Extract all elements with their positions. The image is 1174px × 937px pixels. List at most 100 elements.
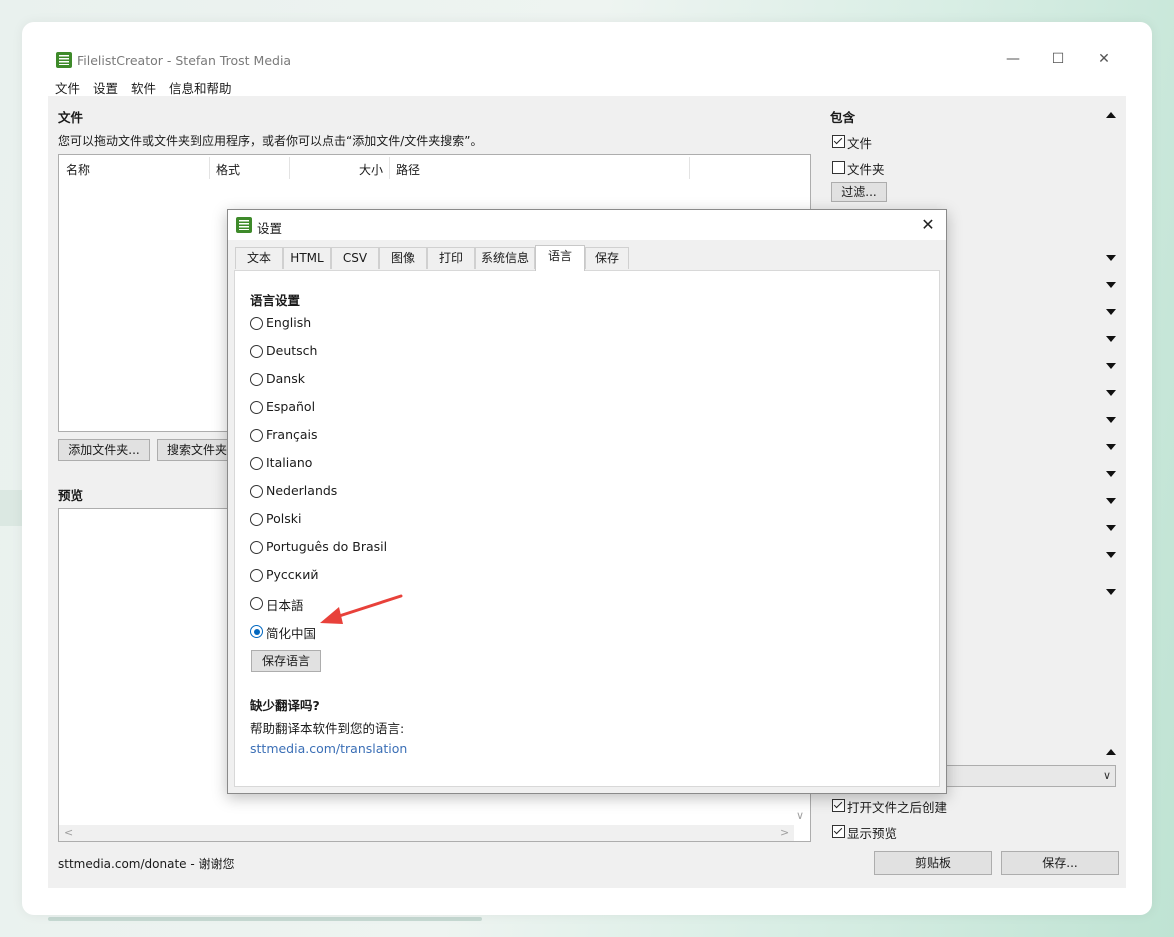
- language-radio[interactable]: [250, 457, 263, 470]
- menu-info-help[interactable]: 信息和帮助: [169, 78, 232, 97]
- language-label[interactable]: Português do Brasil: [266, 539, 387, 554]
- language-radio[interactable]: [250, 513, 263, 526]
- expand-down-icon[interactable]: [1106, 498, 1116, 504]
- app-icon: [56, 52, 72, 68]
- menu-software[interactable]: 软件: [131, 78, 156, 97]
- preview-section-title: 预览: [58, 488, 84, 503]
- include-title: 包含: [830, 110, 856, 125]
- dialog-title-bar: 设置 ✕: [228, 210, 946, 240]
- expand-down-icon[interactable]: [1106, 282, 1116, 288]
- tab-language[interactable]: 语言: [535, 245, 585, 271]
- background-bar: [48, 917, 482, 921]
- maximize-button[interactable]: ☐: [1043, 48, 1073, 70]
- files-hint: 您可以拖动文件或文件夹到应用程序，或者你可以点击“添加文件/文件夹搜索”。: [58, 134, 483, 148]
- language-radio[interactable]: [250, 345, 263, 358]
- files-section-title: 文件: [58, 110, 84, 125]
- expand-down-icon[interactable]: [1106, 336, 1116, 342]
- horizontal-scrollbar[interactable]: < >: [59, 825, 794, 841]
- language-radio[interactable]: [250, 317, 263, 330]
- expand-down-icon[interactable]: [1106, 589, 1116, 595]
- language-label[interactable]: English: [266, 315, 311, 330]
- status-donate[interactable]: sttmedia.com/donate - 谢谢您: [58, 855, 235, 872]
- format-dropdown[interactable]: ∨: [938, 765, 1116, 787]
- language-label[interactable]: Español: [266, 399, 315, 414]
- tab-csv[interactable]: CSV: [331, 247, 379, 269]
- scroll-down-icon[interactable]: ∨: [796, 809, 804, 822]
- expand-down-icon[interactable]: [1106, 309, 1116, 315]
- expand-down-icon[interactable]: [1106, 255, 1116, 261]
- language-label[interactable]: Polski: [266, 511, 301, 526]
- expand-down-icon[interactable]: [1106, 390, 1116, 396]
- language-label[interactable]: Deutsch: [266, 343, 317, 358]
- column-size[interactable]: 大小: [359, 161, 383, 178]
- app-icon: [236, 217, 252, 233]
- language-radio[interactable]: [250, 485, 263, 498]
- language-settings-title: 语言设置: [250, 293, 301, 308]
- settings-dialog: 设置 ✕ 文本 HTML CSV 图像 打印 系统信息 语言 保存 语言设置 E…: [227, 209, 947, 794]
- collapse-up-icon[interactable]: [1106, 749, 1116, 755]
- tab-text[interactable]: 文本: [235, 247, 283, 269]
- column-separator: [389, 157, 390, 179]
- menu-settings[interactable]: 设置: [93, 78, 118, 97]
- language-radio[interactable]: [250, 401, 263, 414]
- language-radio[interactable]: [250, 429, 263, 442]
- translation-link[interactable]: sttmedia.com/translation: [250, 741, 407, 756]
- scroll-left-icon[interactable]: <: [64, 826, 73, 839]
- files-checkbox[interactable]: [832, 135, 845, 148]
- column-path[interactable]: 路径: [396, 161, 420, 178]
- show-preview-checkbox[interactable]: [832, 825, 845, 838]
- language-radio[interactable]: [250, 597, 263, 610]
- save-button[interactable]: 保存...: [1001, 851, 1119, 875]
- language-label[interactable]: Français: [266, 427, 318, 442]
- files-checkbox-label: 文件: [847, 136, 873, 151]
- menu-file[interactable]: 文件: [55, 78, 80, 97]
- save-language-button[interactable]: 保存语言: [251, 650, 321, 672]
- minimize-button[interactable]: —: [998, 48, 1028, 70]
- help-translate-text: 帮助翻译本软件到您的语言:: [250, 721, 405, 736]
- tab-html[interactable]: HTML: [283, 247, 331, 269]
- open-after-create-checkbox[interactable]: [832, 799, 845, 812]
- column-separator: [289, 157, 290, 179]
- expand-down-icon[interactable]: [1106, 363, 1116, 369]
- missing-translation-title: 缺少翻译吗?: [250, 698, 320, 713]
- expand-down-icon[interactable]: [1106, 525, 1116, 531]
- clipboard-button[interactable]: 剪贴板: [874, 851, 992, 875]
- show-preview-label: 显示预览: [847, 826, 898, 841]
- language-label[interactable]: Dansk: [266, 371, 305, 386]
- tab-save[interactable]: 保存: [585, 247, 629, 269]
- scroll-right-icon[interactable]: >: [780, 826, 789, 839]
- add-folder-button[interactable]: 添加文件夹...: [58, 439, 150, 461]
- folders-checkbox[interactable]: [832, 161, 845, 174]
- language-radio-selected[interactable]: [250, 625, 263, 638]
- chevron-down-icon: ∨: [1102, 769, 1111, 782]
- search-folder-button[interactable]: 搜索文件夹: [157, 439, 237, 461]
- collapse-up-icon[interactable]: [1106, 112, 1116, 118]
- expand-down-icon[interactable]: [1106, 417, 1116, 423]
- expand-down-icon[interactable]: [1106, 471, 1116, 477]
- language-radio[interactable]: [250, 569, 263, 582]
- language-label[interactable]: 日本語: [266, 595, 304, 614]
- column-format[interactable]: 格式: [216, 161, 240, 178]
- red-arrow-annotation: [320, 594, 403, 624]
- tab-image[interactable]: 图像: [379, 247, 427, 269]
- language-radio[interactable]: [250, 541, 263, 554]
- close-button[interactable]: ✕: [1089, 48, 1119, 70]
- language-label[interactable]: Italiano: [266, 455, 312, 470]
- dialog-title: 设置: [257, 221, 283, 236]
- language-radio[interactable]: [250, 373, 263, 386]
- menu-bar: 文件 设置 软件 信息和帮助: [48, 76, 1126, 96]
- filter-button[interactable]: 过滤...: [831, 182, 887, 202]
- folders-checkbox-label: 文件夹: [847, 162, 885, 177]
- tab-system-info[interactable]: 系统信息: [475, 247, 535, 269]
- dialog-close-button[interactable]: ✕: [916, 213, 940, 237]
- column-name[interactable]: 名称: [66, 161, 90, 178]
- column-separator: [209, 157, 210, 179]
- tab-print[interactable]: 打印: [427, 247, 475, 269]
- language-label[interactable]: Русский: [266, 567, 318, 582]
- expand-down-icon[interactable]: [1106, 552, 1116, 558]
- open-after-create-label: 打开文件之后创建: [847, 800, 948, 815]
- language-label-selected[interactable]: 简化中国: [266, 623, 316, 642]
- expand-down-icon[interactable]: [1106, 444, 1116, 450]
- language-label[interactable]: Nederlands: [266, 483, 337, 498]
- language-panel: 语言设置 English Deutsch Dansk Español Franç…: [234, 270, 940, 787]
